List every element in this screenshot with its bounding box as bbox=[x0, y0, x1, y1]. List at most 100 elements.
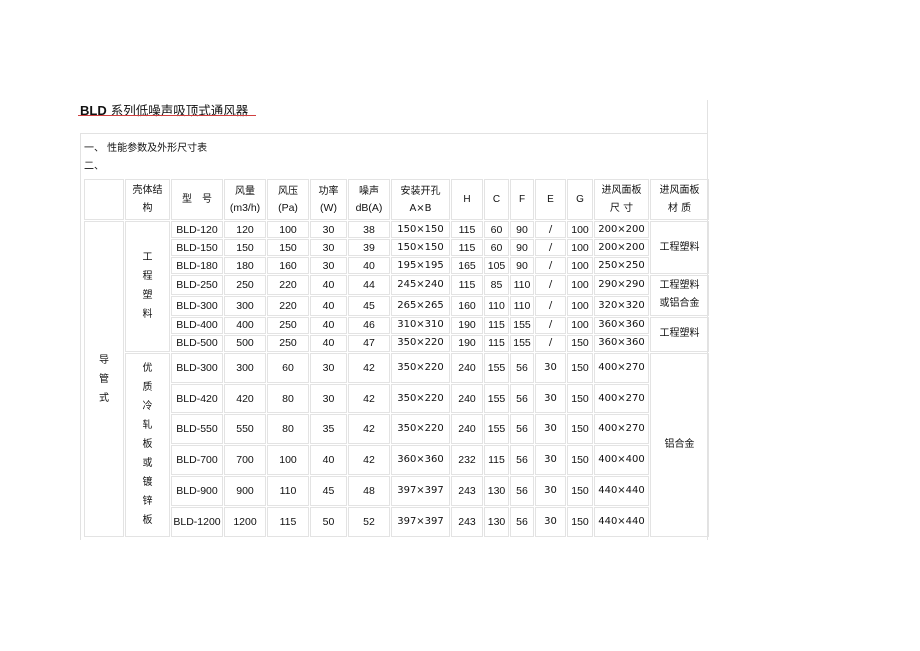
cell-power: 40 bbox=[310, 295, 347, 316]
header-noise: 噪声 dB(A) bbox=[348, 179, 390, 220]
cell-H: 240 bbox=[451, 352, 483, 383]
table-row: 导管式 工程塑料 BLD-120 120 100 30 38 150×150 115 60 90/1… bbox=[84, 221, 709, 537]
cell-E: 30 bbox=[535, 383, 566, 414]
cell-opening: 350×220 bbox=[391, 383, 450, 414]
cell-H: 190 bbox=[451, 316, 483, 334]
cell-F: 90 bbox=[510, 257, 534, 275]
cell-F: 155 bbox=[510, 334, 534, 352]
cell-F: 90 bbox=[510, 239, 534, 257]
cell-E: / bbox=[535, 316, 566, 334]
cell-panel: 400×270 bbox=[594, 383, 649, 414]
cell-C: 60 bbox=[484, 239, 509, 257]
cell-panel: 200×200 bbox=[594, 239, 649, 257]
cell-C: 115 bbox=[484, 316, 509, 334]
header-F: F bbox=[510, 179, 534, 220]
cell-noise: 42 bbox=[348, 352, 390, 383]
cell-pressure: 100 bbox=[267, 221, 309, 239]
cell-C: 115 bbox=[484, 445, 509, 476]
cell-model: BLD-250 bbox=[171, 275, 223, 295]
header-panel-size: 进风面板 尺 寸 bbox=[594, 179, 649, 220]
panel-material-cell: 工程塑料 bbox=[650, 221, 709, 275]
header-pressure: 风压 (Pa) bbox=[267, 179, 309, 220]
cell-panel: 200×200 bbox=[594, 221, 649, 239]
cell-airflow: 550 bbox=[224, 414, 266, 445]
cell-C: 155 bbox=[484, 352, 509, 383]
document-title: BLD 系列低噪声吸顶式通风器 bbox=[80, 100, 248, 119]
cell-noise: 42 bbox=[348, 445, 390, 476]
table-row: BLD-1200 1200 115 50 52 397×397 243 130 56 30 150 4… bbox=[84, 507, 709, 537]
cell-airflow: 250 bbox=[224, 275, 266, 295]
cell-G: 150 bbox=[567, 334, 593, 352]
cell-G: 150 bbox=[567, 352, 593, 383]
cell-opening: 397×397 bbox=[391, 476, 450, 507]
cell-C: 155 bbox=[484, 414, 509, 445]
cell-H: 190 bbox=[451, 334, 483, 352]
header-model: 型 号 bbox=[171, 179, 223, 220]
cell-H: 160 bbox=[451, 295, 483, 316]
spec-table: 壳体结构 型 号 风量 (m3/h) 风压 (Pa) 功率 (W) 噪声 dB(A) 安… bbox=[83, 178, 710, 538]
cell-H: 115 bbox=[451, 221, 483, 239]
cell-G: 100 bbox=[567, 316, 593, 334]
cell-power: 40 bbox=[310, 445, 347, 476]
cell-noise: 48 bbox=[348, 476, 390, 507]
cell-E: 30 bbox=[535, 445, 566, 476]
table-row: BLD-900 900 110 45 48 397×397 243 130 56 30 150 440… bbox=[84, 476, 709, 507]
title-underline bbox=[78, 115, 256, 116]
cell-opening: 195×195 bbox=[391, 257, 450, 275]
cell-power: 30 bbox=[310, 383, 347, 414]
cell-pressure: 250 bbox=[267, 316, 309, 334]
cell-model: BLD-550 bbox=[171, 414, 223, 445]
cell-power: 30 bbox=[310, 257, 347, 275]
panel-material-cell: 工程塑料 bbox=[650, 316, 709, 352]
cell-model: BLD-300 bbox=[171, 352, 223, 383]
table-row: BLD-500 500 250 40 47 350×220 190 115 155/150 360… bbox=[84, 334, 709, 352]
cell-opening: 350×220 bbox=[391, 414, 450, 445]
header-E: E bbox=[535, 179, 566, 220]
cell-power: 40 bbox=[310, 334, 347, 352]
cell-E: / bbox=[535, 275, 566, 295]
cell-airflow: 700 bbox=[224, 445, 266, 476]
header-power: 功率 (W) bbox=[310, 179, 347, 220]
cell-F: 56 bbox=[510, 445, 534, 476]
cell-model: BLD-1200 bbox=[171, 507, 223, 537]
cell-F: 56 bbox=[510, 476, 534, 507]
cell-panel: 400×400 bbox=[594, 445, 649, 476]
cell-H: 240 bbox=[451, 383, 483, 414]
cell-C: 155 bbox=[484, 383, 509, 414]
cell-F: 110 bbox=[510, 295, 534, 316]
cell-G: 100 bbox=[567, 221, 593, 239]
cell-power: 45 bbox=[310, 476, 347, 507]
cell-F: 56 bbox=[510, 383, 534, 414]
cell-F: 90 bbox=[510, 221, 534, 239]
cell-airflow: 300 bbox=[224, 352, 266, 383]
header-blank-cell bbox=[84, 179, 124, 220]
cell-pressure: 115 bbox=[267, 507, 309, 537]
group-label-cell: 导管式 bbox=[84, 221, 124, 537]
cell-E: 30 bbox=[535, 352, 566, 383]
cell-H: 243 bbox=[451, 507, 483, 537]
cell-noise: 42 bbox=[348, 414, 390, 445]
cell-E: 30 bbox=[535, 414, 566, 445]
cell-pressure: 150 bbox=[267, 239, 309, 257]
cell-noise: 45 bbox=[348, 295, 390, 316]
cell-power: 35 bbox=[310, 414, 347, 445]
cell-G: 150 bbox=[567, 476, 593, 507]
cell-H: 243 bbox=[451, 476, 483, 507]
table-row: BLD-400 400 250 40 46 310×310 190 115 155/100 360… bbox=[84, 316, 709, 352]
cell-model: BLD-150 bbox=[171, 239, 223, 257]
cell-opening: 150×150 bbox=[391, 221, 450, 239]
table-row: BLD-250 250 220 40 44 245×240 115 85 110/100 290×… bbox=[84, 275, 709, 316]
table-row: BLD-180 180 160 30 40 195×195 165 105 90/100 250×… bbox=[84, 257, 709, 275]
cell-C: 130 bbox=[484, 476, 509, 507]
cell-E: 30 bbox=[535, 476, 566, 507]
cell-C: 105 bbox=[484, 257, 509, 275]
cell-G: 100 bbox=[567, 257, 593, 275]
cell-opening: 360×360 bbox=[391, 445, 450, 476]
cell-G: 150 bbox=[567, 507, 593, 537]
table-row: 优质冷轧板或镀锌板 BLD-300 300 60 30 42 350×220 240 155 56… bbox=[84, 352, 709, 537]
cell-noise: 52 bbox=[348, 507, 390, 537]
cell-model: BLD-300 bbox=[171, 295, 223, 316]
cell-panel: 440×440 bbox=[594, 507, 649, 537]
cell-noise: 40 bbox=[348, 257, 390, 275]
cell-pressure: 100 bbox=[267, 445, 309, 476]
